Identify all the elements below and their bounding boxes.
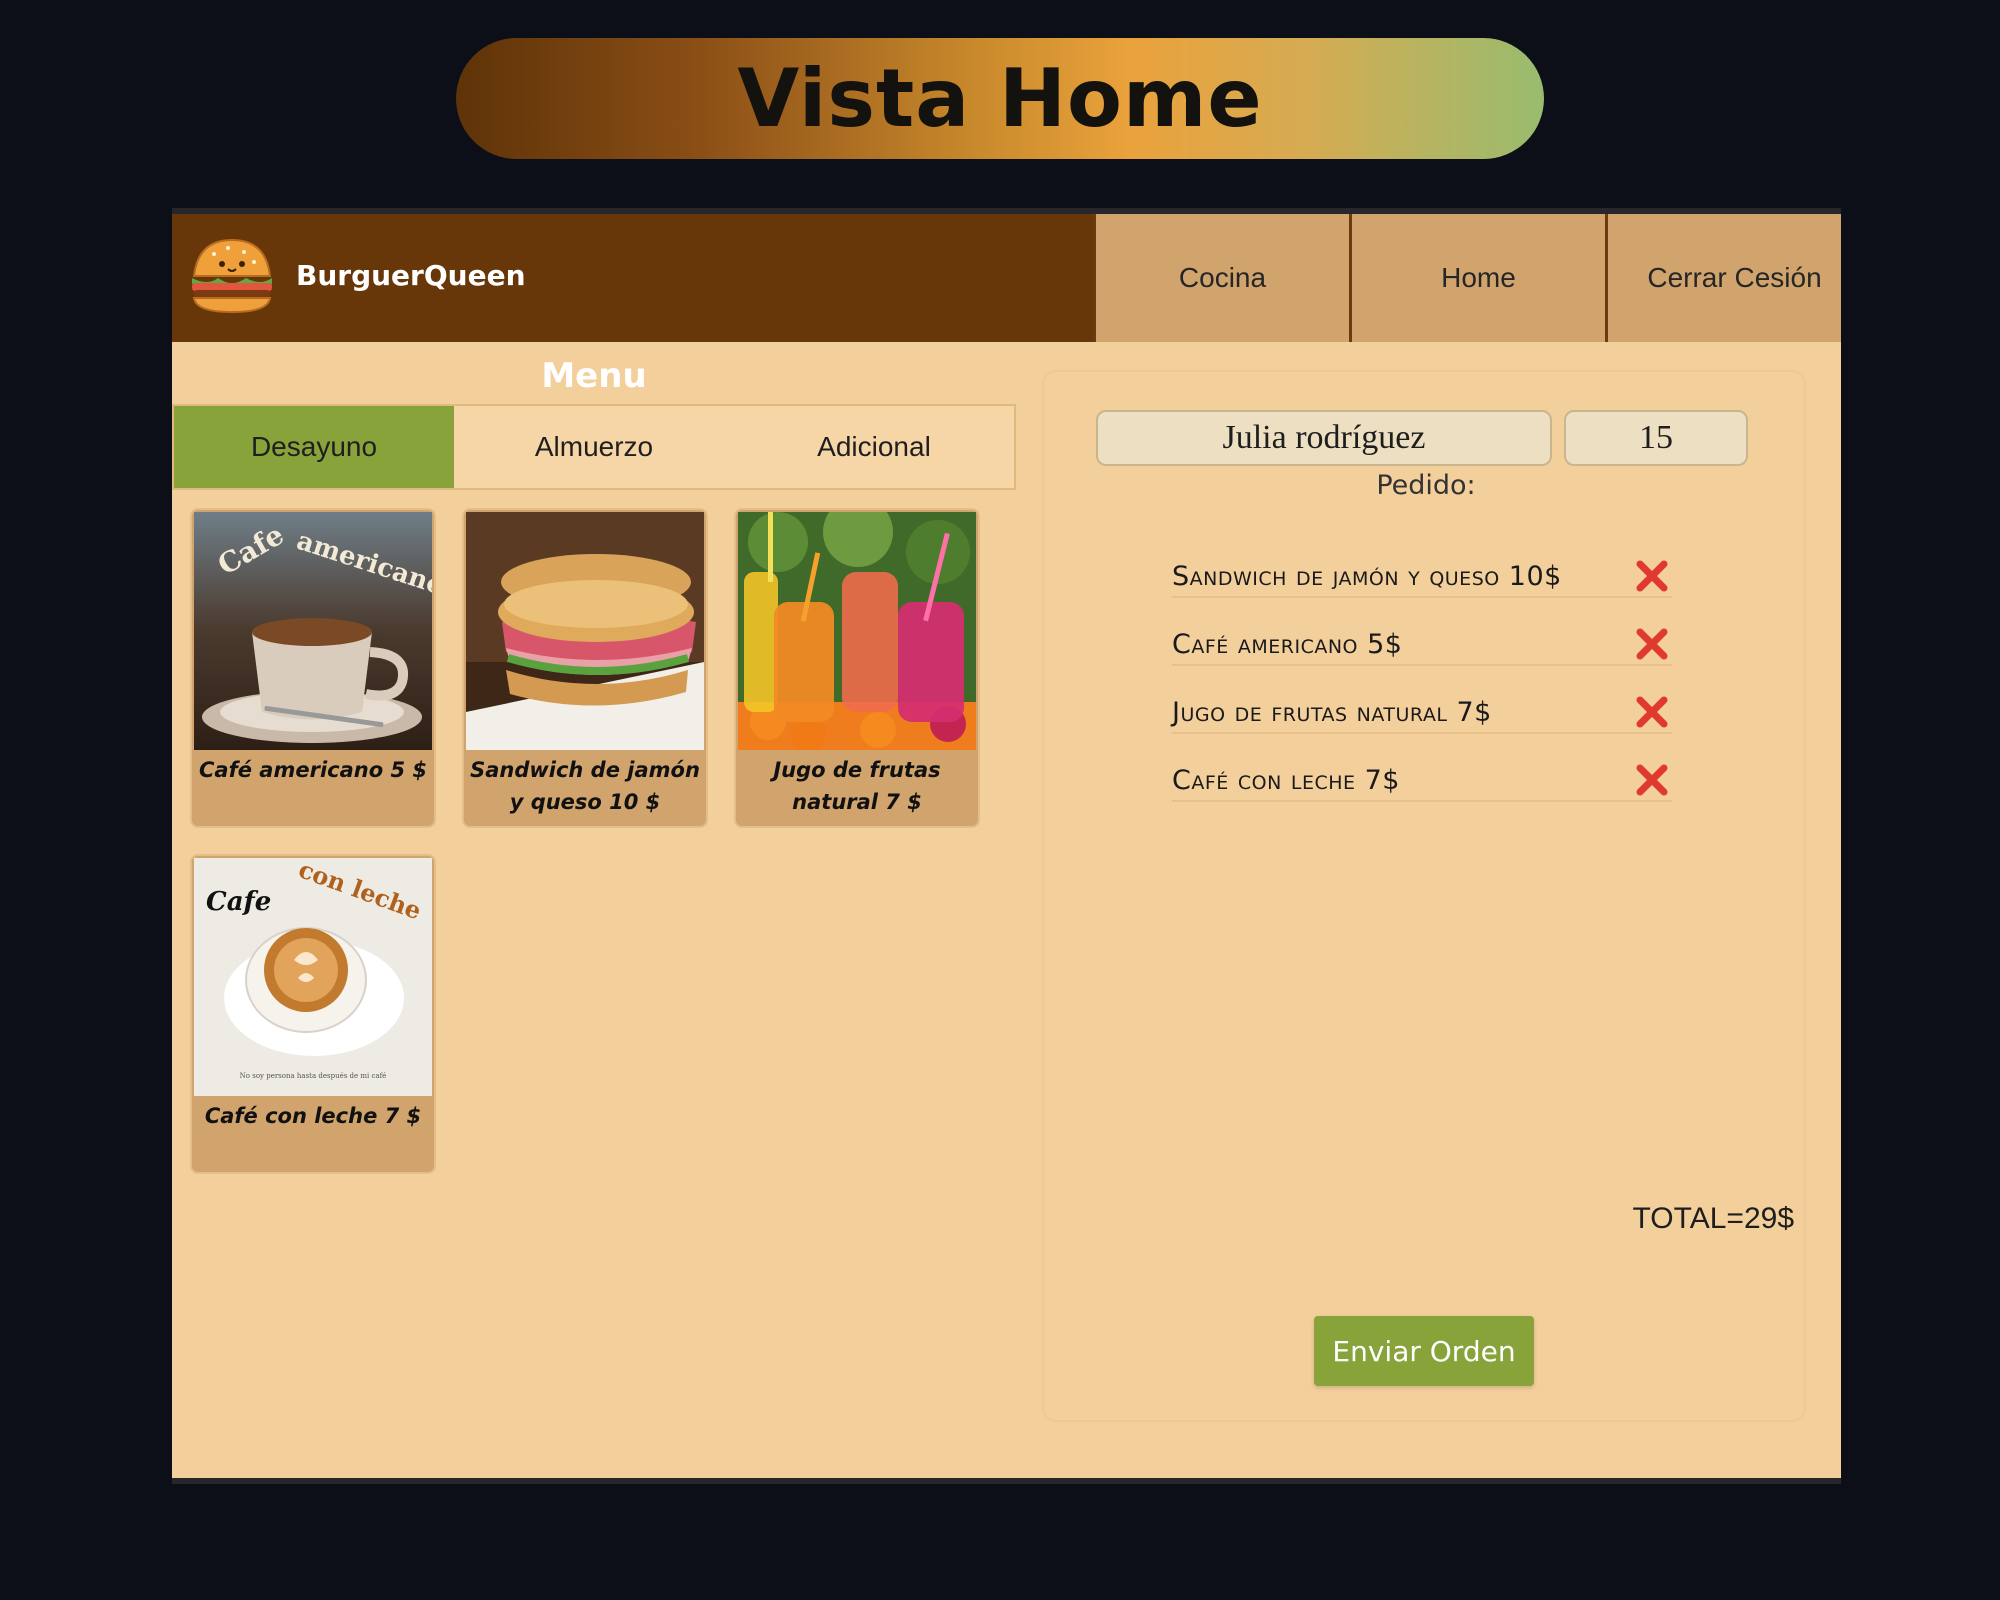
banner-title: Vista Home xyxy=(737,52,1263,145)
sandwich-image xyxy=(466,512,704,750)
remove-x-icon[interactable] xyxy=(1632,692,1672,732)
app-window: BurguerQueen Cocina Home Cerrar Cesión M… xyxy=(172,208,1841,1484)
product-label: Jugo de frutas natural 7 $ xyxy=(773,758,941,814)
client-name-input[interactable]: Julia rodríguez xyxy=(1096,410,1552,466)
brand: BurguerQueen xyxy=(188,236,526,314)
menu-title: Menu xyxy=(541,356,647,396)
cafe-con-leche-image: Cafe con leche No soy persona hasta desp… xyxy=(194,858,432,1096)
jugo-image xyxy=(738,512,976,750)
svg-text:No soy persona hasta después d: No soy persona hasta después de mi café xyxy=(240,1072,387,1080)
product-label: Café con leche 7 $ xyxy=(204,1104,422,1128)
nav-cocina[interactable]: Cocina xyxy=(1093,214,1349,342)
brand-name: BurguerQueen xyxy=(296,258,526,292)
order-item: Café con leche 7$ xyxy=(1172,760,1672,802)
tab-adicional[interactable]: Adicional xyxy=(734,406,1014,488)
order-item-text: Sandwich de jamón y queso 10$ xyxy=(1172,560,1562,592)
order-panel: Julia rodríguez 15 Pedido: Sandwich de j… xyxy=(1042,370,1806,1422)
tab-almuerzo[interactable]: Almuerzo xyxy=(454,406,734,488)
table-number-input[interactable]: 15 xyxy=(1564,410,1748,466)
product-card-cafe-americano[interactable]: Cafe americano Café americano 5 $ xyxy=(190,508,436,828)
main-nav: Cocina Home Cerrar Cesión xyxy=(1093,214,1841,342)
order-item: Jugo de frutas natural 7$ xyxy=(1172,692,1672,734)
send-order-button[interactable]: Enviar Orden xyxy=(1314,1316,1534,1386)
product-card-jugo[interactable]: Jugo de frutas natural 7 $ xyxy=(734,508,980,828)
product-label: Café americano 5 $ xyxy=(199,758,427,782)
title-banner: Vista Home xyxy=(456,38,1544,159)
cafe-americano-image: Cafe americano xyxy=(194,512,432,750)
product-card-cafe-con-leche[interactable]: Cafe con leche No soy persona hasta desp… xyxy=(190,854,436,1174)
top-header: BurguerQueen Cocina Home Cerrar Cesión xyxy=(172,214,1841,342)
product-card-sandwich[interactable]: Sandwich de jamón y queso 10 $ xyxy=(462,508,708,828)
remove-x-icon[interactable] xyxy=(1632,760,1672,800)
remove-x-icon[interactable] xyxy=(1632,624,1672,664)
burger-logo-icon xyxy=(192,238,272,314)
svg-text:Cafe: Cafe xyxy=(206,887,271,917)
menu-tabs: Desayuno Almuerzo Adicional xyxy=(172,404,1016,490)
order-item: Café americano 5$ xyxy=(1172,624,1672,666)
order-label: Pedido: xyxy=(1376,470,1476,501)
order-item-text: Café americano 5$ xyxy=(1172,628,1403,660)
order-item: Sandwich de jamón y queso 10$ xyxy=(1172,556,1672,598)
order-item-text: Café con leche 7$ xyxy=(1172,764,1400,796)
order-total: TOTAL=29$ xyxy=(1632,1202,1794,1235)
nav-cerrar-sesion[interactable]: Cerrar Cesión xyxy=(1605,214,1841,342)
tab-desayuno[interactable]: Desayuno xyxy=(174,406,454,488)
remove-x-icon[interactable] xyxy=(1632,556,1672,596)
product-label: Sandwich de jamón y queso 10 $ xyxy=(470,758,700,814)
order-item-text: Jugo de frutas natural 7$ xyxy=(1172,696,1492,728)
nav-home[interactable]: Home xyxy=(1349,214,1605,342)
